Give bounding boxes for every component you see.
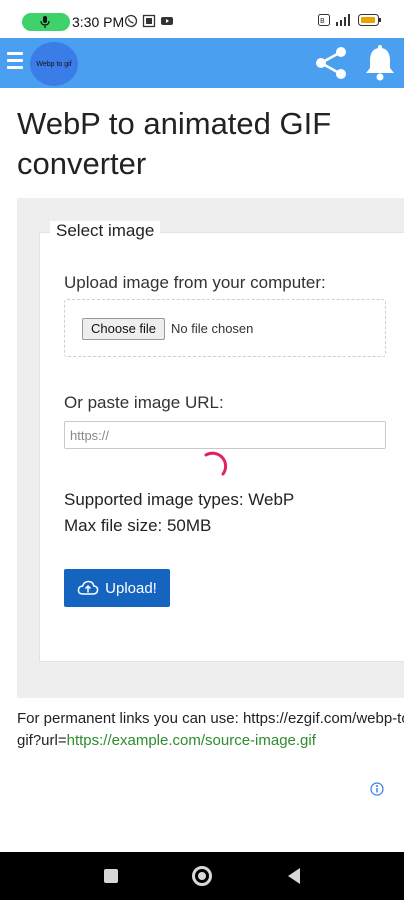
microphone-icon	[40, 16, 50, 28]
bell-icon[interactable]	[363, 44, 397, 82]
status-bar: 3:30 PM B	[0, 0, 404, 38]
page-title: WebP to animated GIF converter	[17, 106, 332, 181]
permanent-link-info: For permanent links you can use: https:/…	[17, 708, 404, 752]
share-icon[interactable]	[312, 44, 350, 82]
mic-indicator	[22, 13, 70, 31]
max-file-size: Max file size: 50MB	[64, 516, 212, 535]
gallery-icon	[142, 14, 156, 28]
permanent-link-example[interactable]: https://example.com/source-image.gif	[67, 732, 316, 749]
logo-text: Webp to gif	[36, 60, 72, 68]
cloud-upload-icon	[77, 580, 99, 595]
upload-label: Upload image from your computer:	[64, 273, 326, 292]
info-icon[interactable]	[370, 782, 384, 796]
select-image-fieldset: Select image Upload image from your comp…	[39, 221, 404, 662]
supported-info: Supported image types: WebP Max file siz…	[64, 487, 294, 539]
system-status-icons: B	[318, 14, 382, 26]
recent-apps-icon[interactable]	[104, 869, 118, 883]
whatsapp-icon	[124, 14, 138, 28]
converter-form-panel: Select image Upload image from your comp…	[17, 198, 404, 698]
image-url-input[interactable]	[64, 421, 386, 449]
upload-button[interactable]: Upload!	[64, 569, 170, 607]
no-file-text: No file chosen	[171, 321, 254, 336]
permanent-link-line-1: For permanent links you can use: https:/…	[17, 710, 404, 727]
app-header: Webp to gif	[0, 38, 404, 88]
upload-button-label: Upload!	[105, 579, 157, 597]
home-icon[interactable]	[192, 866, 212, 886]
choose-file-button[interactable]: Choose file	[82, 318, 166, 340]
data-icon: B	[318, 14, 330, 26]
permanent-link-line-2: gif?url=https://example.com/source-image…	[17, 730, 404, 752]
system-nav-bar	[0, 852, 404, 900]
url-label: Or paste image URL:	[64, 393, 224, 412]
notification-icons	[124, 14, 174, 28]
fieldset-legend: Select image	[50, 221, 161, 241]
svg-text:B: B	[320, 17, 325, 25]
battery-icon	[358, 14, 381, 26]
status-time: 3:30 PM	[72, 14, 125, 30]
loading-spinner	[204, 451, 228, 476]
menu-icon[interactable]	[7, 52, 23, 72]
youtube-icon	[161, 17, 173, 25]
signal-icon	[336, 14, 350, 26]
supported-types: Supported image types: WebP	[64, 490, 295, 509]
permanent-link-query: gif?url=	[17, 732, 67, 749]
site-logo[interactable]: Webp to gif	[30, 42, 78, 86]
back-icon[interactable]	[286, 867, 302, 885]
file-dropzone[interactable]: Choose file No file chosen	[64, 299, 386, 357]
